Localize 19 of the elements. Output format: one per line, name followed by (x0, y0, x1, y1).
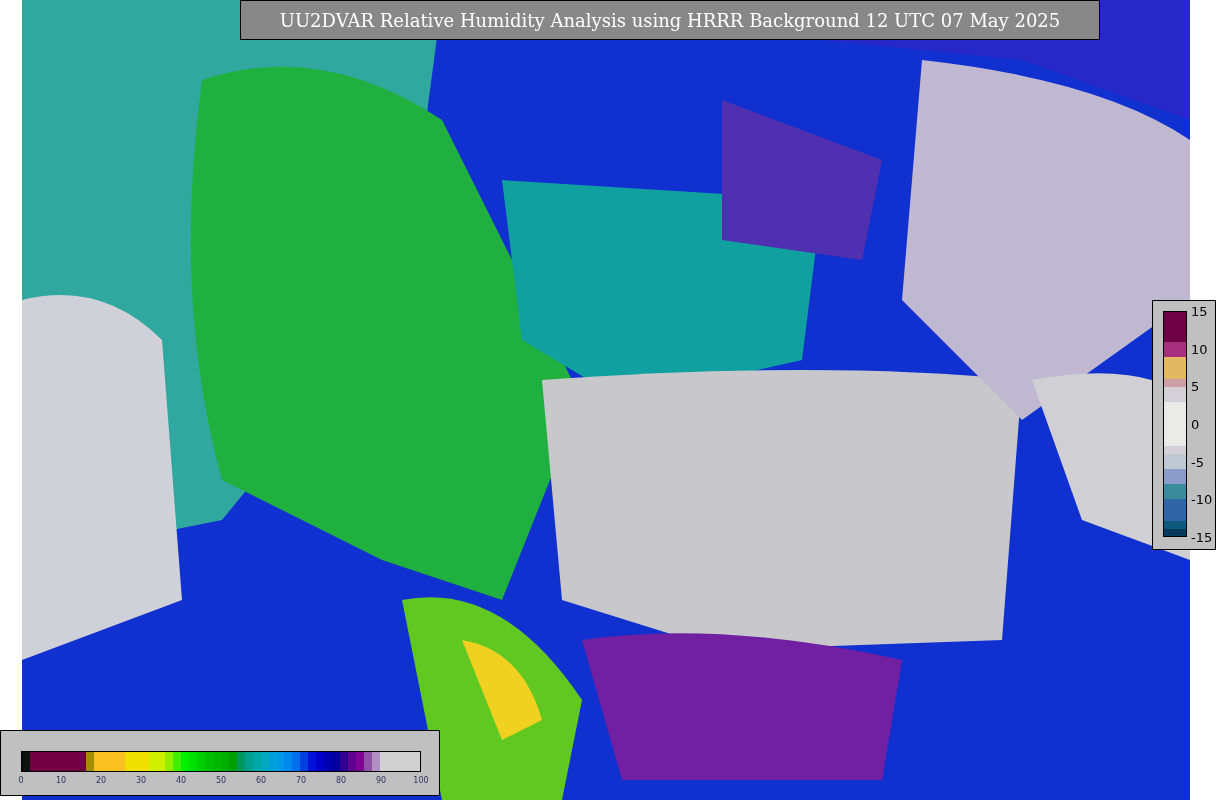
tick-label: -10 (1191, 491, 1213, 507)
tick-label: 0 (18, 776, 24, 785)
tick-label: 40 (175, 776, 187, 785)
tick-label: -15 (1191, 529, 1213, 545)
tick-label: 100 (413, 776, 429, 785)
tick-label: 90 (375, 776, 387, 785)
tick-label: 50 (215, 776, 227, 785)
tick-label: 5 (1191, 378, 1200, 394)
tick-label: 20 (95, 776, 107, 785)
tick-label: 70 (295, 776, 307, 785)
tick-label: -5 (1191, 454, 1204, 470)
tick-label: 60 (255, 776, 267, 785)
tick-label: 30 (135, 776, 147, 785)
tick-label: 10 (55, 776, 67, 785)
tick-label: 0 (1191, 416, 1200, 432)
map-title: UU2DVAR Relative Humidity Analysis using HRRR Background 12 UTC 07 May 2025 (240, 0, 1100, 40)
tick-label: 15 (1191, 303, 1208, 319)
tick-label: 10 (1191, 341, 1208, 357)
tick-label: 80 (335, 776, 347, 785)
